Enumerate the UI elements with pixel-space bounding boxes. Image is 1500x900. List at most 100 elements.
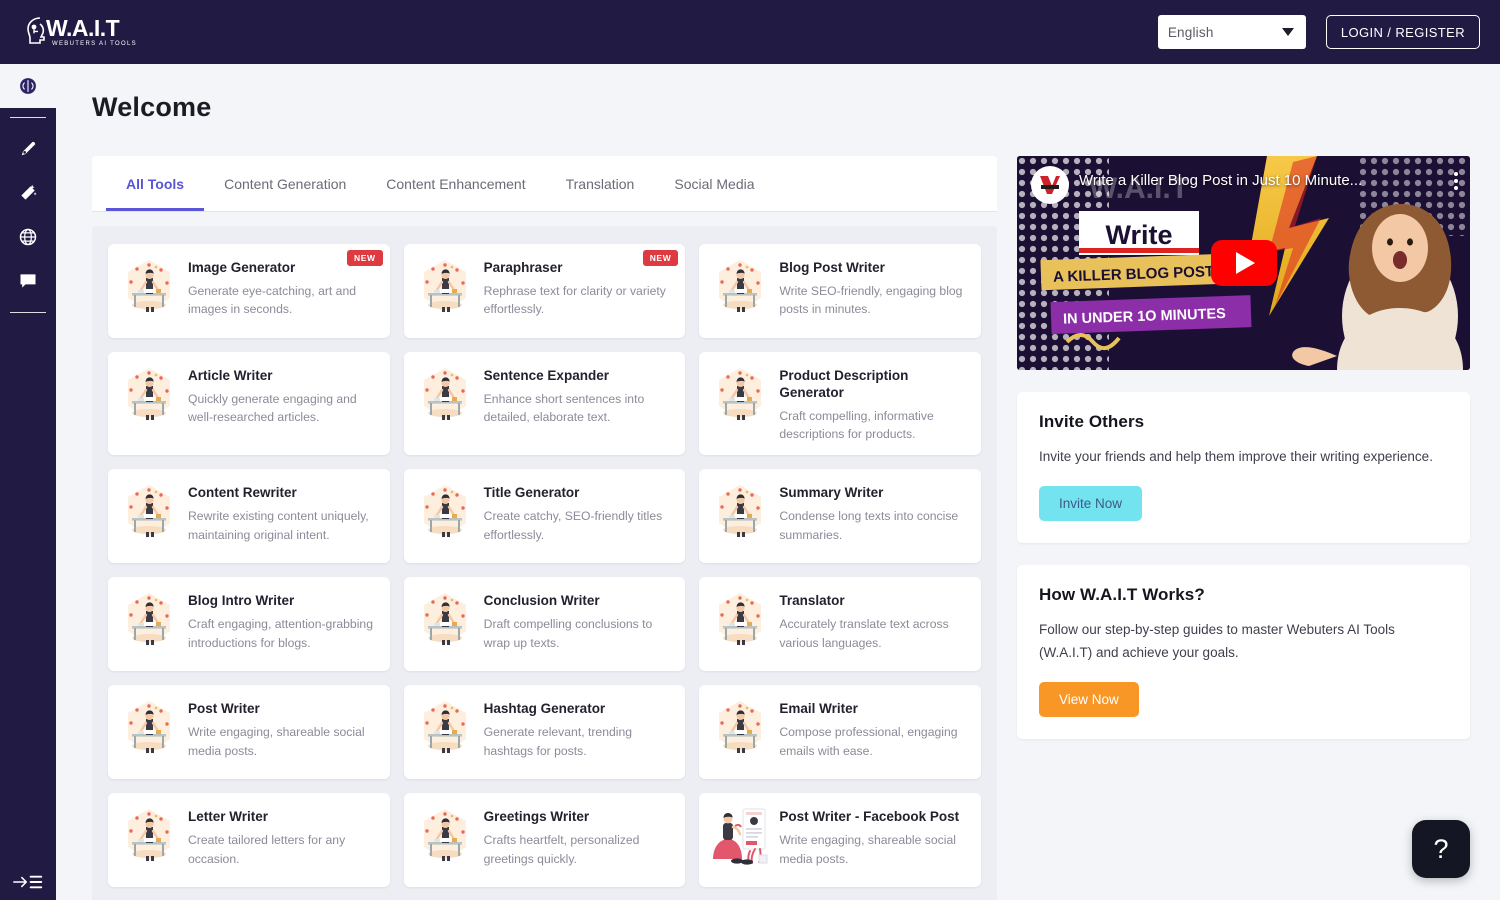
new-badge: NEW — [347, 250, 383, 266]
tool-text: Product Description GeneratorCraft compe… — [779, 364, 967, 443]
tool-description: Draft compelling conclusions to wrap up … — [484, 615, 672, 652]
promo-video[interactable]: Write A KILLER BLOG POST IN UNDER 1O MIN… — [1017, 156, 1470, 370]
tool-card[interactable]: Summary WriterCondense long texts into c… — [699, 469, 981, 563]
tool-name: Content Rewriter — [188, 485, 376, 502]
tool-card[interactable]: Article WriterQuickly generate engaging … — [108, 352, 390, 455]
tab-translation[interactable]: Translation — [546, 157, 655, 211]
new-badge: NEW — [643, 250, 679, 266]
tool-card[interactable]: Product Description GeneratorCraft compe… — [699, 352, 981, 455]
desk-writer-illustration — [118, 256, 180, 318]
desk-writer-illustration — [118, 481, 180, 543]
tool-card[interactable]: ParaphraserRephrase text for clarity or … — [404, 244, 686, 338]
invite-now-button[interactable]: Invite Now — [1039, 486, 1142, 521]
video-play-button[interactable] — [1211, 240, 1277, 286]
header-actions: English LOGIN / REGISTER — [1158, 15, 1480, 49]
tool-name: Article Writer — [188, 368, 376, 385]
globe-icon — [18, 227, 38, 247]
svg-text:W.A.I.T: W.A.I.T — [46, 15, 120, 41]
language-select-value: English — [1168, 25, 1214, 40]
sidebar-divider-top — [10, 117, 46, 118]
login-register-button[interactable]: LOGIN / REGISTER — [1326, 15, 1480, 49]
how-it-works-heading: How W.A.I.T Works? — [1039, 585, 1448, 605]
invite-others-card: Invite Others Invite your friends and he… — [1017, 392, 1470, 543]
tool-card[interactable]: Letter Writer Create tailored letters for… — [108, 793, 390, 887]
tab-all-tools[interactable]: All Tools — [106, 157, 204, 211]
desk-writer-illustration — [709, 481, 771, 543]
tool-name: Letter Writer — [188, 809, 376, 826]
sidebar-item-translation[interactable] — [0, 215, 56, 259]
tools-tabbar: All ToolsContent GenerationContent Enhan… — [92, 156, 997, 212]
tool-text: TranslatorAccurately translate text acro… — [779, 589, 967, 651]
tool-name: Product Description Generator — [779, 368, 967, 402]
svg-text:WEBUTERS AI TOOLS: WEBUTERS AI TOOLS — [52, 41, 137, 47]
tool-card[interactable]: Title GeneratorCreate catchy, SEO-friend… — [404, 469, 686, 563]
tool-description: Generate relevant, trending hashtags for… — [484, 723, 672, 760]
tool-description: Write SEO-friendly, engaging blog posts … — [779, 282, 967, 319]
desk-writer-illustration — [118, 697, 180, 759]
tool-text: Blog Intro WriterCraft engaging, attenti… — [188, 589, 376, 651]
tool-name: Greetings Writer — [484, 809, 672, 826]
tool-description: Rewrite existing content uniquely, maint… — [188, 507, 376, 544]
tool-card[interactable]: Conclusion Writer Draft compelling conclu… — [404, 577, 686, 671]
sidebar-item-content-generation[interactable] — [0, 127, 56, 171]
tool-name: Email Writer — [779, 701, 967, 718]
view-now-button[interactable]: View Now — [1039, 682, 1139, 717]
tools-grid: Image GeneratorGenerate eye-catching, ar… — [108, 244, 981, 887]
tool-card[interactable]: Content Rewriter Rewrite existing content… — [108, 469, 390, 563]
tool-card[interactable]: Email WriterCompose professional, engagi… — [699, 685, 981, 779]
help-button[interactable]: ? — [1412, 820, 1470, 878]
tool-text: Conclusion Writer Draft compelling conclu… — [484, 589, 672, 651]
tool-text: Content Rewriter Rewrite existing content… — [188, 481, 376, 543]
tool-text: Post Writer Write engaging, shareable soc… — [188, 697, 376, 759]
page-title: Welcome — [92, 92, 211, 123]
tool-card[interactable]: Sentence ExpanderEnhance short sentences… — [404, 352, 686, 455]
desk-writer-illustration — [414, 805, 476, 867]
tab-content-enhancement[interactable]: Content Enhancement — [366, 157, 545, 211]
tool-card[interactable]: Blog Post WriterWrite SEO-friendly, enga… — [699, 244, 981, 338]
tool-name: Summary Writer — [779, 485, 967, 502]
desk-writer-illustration — [118, 589, 180, 651]
desk-writer-illustration — [118, 697, 180, 759]
desk-writer-illustration — [414, 805, 476, 867]
video-title: Write a Killer Blog Post in Just 10 Minu… — [1079, 172, 1362, 189]
how-it-works-body: Follow our step-by-step guides to master… — [1039, 619, 1448, 664]
desk-writer-illustration — [414, 589, 476, 651]
left-sidebar — [0, 64, 56, 900]
desk-writer-illustration — [709, 589, 771, 651]
tool-card[interactable]: Post Writer - Facebook PostWrite engagin… — [699, 793, 981, 887]
desk-writer-illustration — [118, 256, 180, 318]
tool-card[interactable]: Greetings WriterCrafts heartfelt, person… — [404, 793, 686, 887]
sidebar-item-content-enhancement[interactable] — [0, 171, 56, 215]
tab-social-media[interactable]: Social Media — [654, 157, 774, 211]
desk-writer-illustration — [709, 364, 771, 426]
tool-description: Create tailored letters for any occasion… — [188, 831, 376, 868]
desk-writer-illustration — [118, 481, 180, 543]
desk-writer-illustration — [414, 697, 476, 759]
desk-writer-illustration — [414, 364, 476, 426]
desk-writer-illustration — [118, 589, 180, 651]
app-logo[interactable]: W.A.I.T WEBUTERS AI TOOLS — [18, 9, 148, 55]
main-canvas: Welcome All ToolsContent GenerationConte… — [56, 64, 1500, 900]
desk-writer-illustration — [414, 256, 476, 318]
tool-text: Letter Writer Create tailored letters for… — [188, 805, 376, 867]
sidebar-item-social-media[interactable] — [0, 259, 56, 303]
tool-name: Blog Intro Writer — [188, 593, 376, 610]
video-more-options-icon[interactable] — [1454, 172, 1458, 190]
tool-name: Conclusion Writer — [484, 593, 672, 610]
language-select[interactable]: English — [1158, 15, 1306, 49]
tool-card[interactable]: Image GeneratorGenerate eye-catching, ar… — [108, 244, 390, 338]
tool-card[interactable]: TranslatorAccurately translate text acro… — [699, 577, 981, 671]
channel-logo-icon — [1034, 169, 1066, 201]
tools-panel: Image GeneratorGenerate eye-catching, ar… — [92, 226, 997, 900]
desk-writer-illustration — [414, 589, 476, 651]
desk-writer-illustration — [118, 805, 180, 867]
tab-content-generation[interactable]: Content Generation — [204, 157, 366, 211]
sidebar-item-dashboard[interactable] — [0, 64, 56, 108]
tool-card[interactable]: Hashtag GeneratorGenerate relevant, tren… — [404, 685, 686, 779]
question-mark-icon: ? — [1433, 834, 1448, 865]
tool-card[interactable]: Blog Intro WriterCraft engaging, attenti… — [108, 577, 390, 671]
tool-description: Write engaging, shareable social media p… — [188, 723, 376, 760]
tool-name: Post Writer — [188, 701, 376, 718]
tool-card[interactable]: Post Writer Write engaging, shareable soc… — [108, 685, 390, 779]
sidebar-collapse-toggle[interactable] — [0, 872, 56, 892]
